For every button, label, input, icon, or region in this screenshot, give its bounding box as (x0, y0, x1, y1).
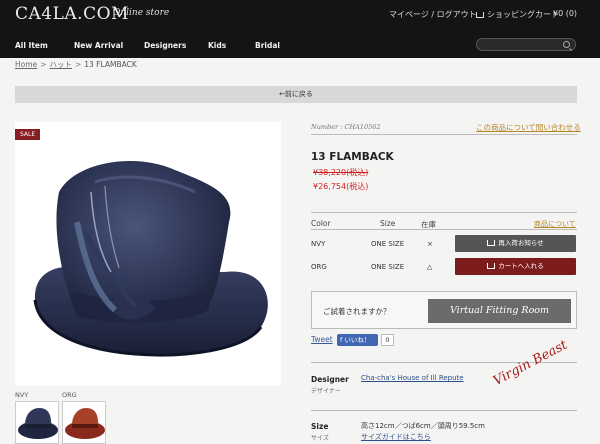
fitting-question: ご試着されますか？ (323, 307, 391, 316)
original-price: ¥38,220(税込) (313, 168, 369, 177)
product-main-image[interactable]: SALE (15, 122, 281, 386)
breadcrumb-current: 13 FLAMBACK (84, 60, 137, 69)
hat-photo (33, 161, 268, 357)
size-label: Size (311, 422, 329, 431)
cart-label: ショッピングカート (487, 10, 559, 19)
designer-label: Designer (311, 375, 349, 384)
divider (311, 410, 577, 411)
breadcrumb-home[interactable]: Home (15, 60, 37, 69)
nav-kids[interactable]: Kids (208, 41, 226, 50)
restock-notify-button[interactable]: 再入荷お知らせ (455, 235, 576, 252)
size-value: 高さ12cm／つば6cm／頭周り59.5cm (361, 422, 485, 430)
nav-designers[interactable]: Designers (144, 41, 186, 50)
product-number: Number : CHA10562 (311, 123, 381, 131)
thumb-label-org: ORG (62, 391, 77, 399)
add-to-cart-button[interactable]: カートへ入れる (455, 258, 576, 275)
nav-new-arrival[interactable]: New Arrival (74, 41, 123, 50)
restock-notify-label: 再入荷お知らせ (498, 239, 544, 247)
nav-all-item[interactable]: All Item (15, 41, 48, 50)
thumb-nvy-hat (18, 408, 58, 439)
size-guide-link[interactable]: サイズガイドはこちら (361, 432, 431, 442)
back-button[interactable]: ←前に戻る (15, 86, 577, 103)
facebook-like-label: いいね！ (344, 336, 371, 344)
virtual-fitting-panel: ご試着されますか？ Virtual Fitting Room (311, 291, 577, 329)
virtual-fitting-button[interactable]: Virtual Fitting Room (428, 299, 571, 323)
breadcrumb-separator: > (74, 60, 82, 69)
variant-color-nvy: NVY (311, 240, 326, 248)
thumb-org-hat (65, 408, 105, 439)
variant-size-nvy: ONE SIZE (371, 240, 405, 248)
shopping-cart-link[interactable]: ショッピングカート (476, 9, 559, 20)
nav-bridal[interactable]: Bridal (255, 41, 280, 50)
size-header: Size (380, 219, 396, 228)
add-to-cart-label: カートへ入れる (498, 262, 544, 270)
variant-stock-org: △ (427, 263, 433, 271)
sale-badge: SALE (15, 129, 41, 140)
site-header: CA4LA.COM Online store マイページ / ログアウト ショッ… (0, 0, 600, 58)
designer-sublabel: デザイナー (311, 388, 341, 395)
breadcrumb-separator: > (40, 60, 47, 69)
mail-icon (487, 240, 496, 246)
variant-color-org: ORG (311, 263, 327, 271)
size-sublabel: サイズ (311, 435, 329, 442)
thumbnail-org[interactable] (62, 401, 106, 444)
tweet-link[interactable]: Tweet (311, 335, 333, 344)
sale-price: ¥26,754(税込) (313, 182, 369, 191)
facebook-like-count: 0 (381, 334, 394, 346)
cart-icon (476, 12, 484, 18)
facebook-like-button[interactable]: f いいね！ (337, 334, 378, 346)
product-title: 13 FLAMBACK (311, 151, 394, 163)
color-header: Color (311, 219, 331, 228)
divider (311, 212, 577, 213)
cart-icon (487, 263, 496, 269)
thumbnail-nvy[interactable] (15, 401, 59, 444)
cart-total: ¥0 (0) (553, 9, 578, 18)
mypage-logout-link[interactable]: マイページ / ログアウト (389, 9, 477, 20)
logo-subtitle: Online store (113, 8, 170, 18)
breadcrumb-hat[interactable]: ハット (49, 60, 72, 69)
thumb-label-nvy: NVY (15, 391, 29, 399)
search-icon[interactable] (563, 41, 570, 48)
designer-signature: Virgin Beast (490, 337, 570, 389)
divider (311, 229, 577, 230)
site-logo[interactable]: CA4LA.COM (15, 4, 129, 24)
variant-stock-nvy: × (427, 240, 433, 248)
product-about-link[interactable]: 商品について (534, 219, 576, 229)
search-input[interactable] (476, 38, 576, 51)
designer-link[interactable]: Cha-cha's House of Ill Repute (361, 374, 464, 382)
product-inquiry-link[interactable]: この商品について問い合わせる (476, 122, 581, 133)
variant-size-org: ONE SIZE (371, 263, 405, 271)
breadcrumb: Home > ハット >13 FLAMBACK (15, 59, 137, 70)
divider (311, 134, 577, 135)
